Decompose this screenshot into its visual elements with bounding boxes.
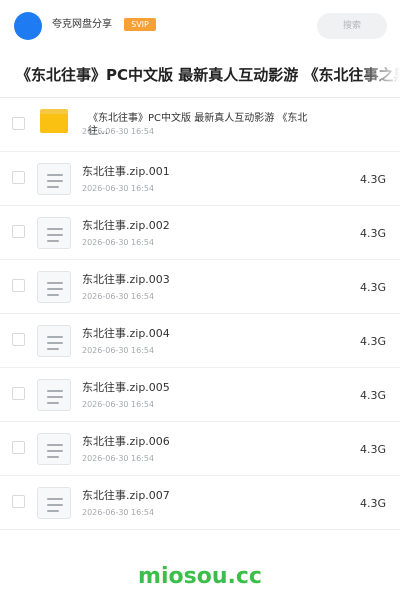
- checkbox[interactable]: [12, 117, 25, 130]
- document-icon-line: [47, 450, 63, 452]
- list-item[interactable]: 东北往事.zip.006 2026-06-30 16:54 4.3G: [0, 422, 400, 476]
- list-item[interactable]: 东北往事.zip.005 2026-06-30 16:54 4.3G: [0, 368, 400, 422]
- file-name: 东北往事.zip.004: [82, 327, 170, 340]
- document-icon-line: [47, 240, 59, 242]
- document-icon-line: [47, 342, 63, 344]
- folder-icon: [40, 109, 68, 133]
- file-size: 4.3G: [359, 389, 386, 402]
- file-date: 2026-06-30 16:54: [82, 184, 155, 193]
- file-name: 东北往事.zip.006: [82, 435, 170, 448]
- document-icon-line: [47, 288, 63, 290]
- document-icon-line: [47, 228, 63, 230]
- file-date: 2026-06-30 16:54: [82, 292, 155, 301]
- file-date: 2026-06-30 16:54: [82, 454, 155, 463]
- list-item[interactable]: 东北往事.zip.003 2026-06-30 16:54 4.3G: [0, 260, 400, 314]
- document-icon: [37, 433, 71, 465]
- file-date: 2026-06-30 16:54: [82, 400, 155, 409]
- checkbox[interactable]: [12, 333, 25, 346]
- list-item[interactable]: 东北往事.zip.007 2026-06-30 16:54 4.3G: [0, 476, 400, 530]
- list-item-folder[interactable]: 《东北往事》PC中文版 最新真人互动影游 《东北往… 2026-06-30 16…: [0, 98, 400, 152]
- document-icon-line: [47, 504, 63, 506]
- checkbox[interactable]: [12, 387, 25, 400]
- user-name[interactable]: 夸克网盘分享: [52, 18, 112, 32]
- document-icon: [37, 271, 71, 303]
- document-icon-line: [47, 510, 59, 512]
- file-date: 2026-06-30 16:54: [82, 508, 155, 517]
- document-icon-line: [47, 396, 63, 398]
- document-icon: [37, 325, 71, 357]
- folder-date: 2026-06-30 16:54: [82, 127, 155, 136]
- document-icon-line: [47, 444, 63, 446]
- document-icon-line: [47, 390, 63, 392]
- list-item[interactable]: 东北往事.zip.001 2026-06-30 16:54 4.3G: [0, 152, 400, 206]
- document-icon-line: [47, 294, 59, 296]
- header: 夸克网盘分享 SVIP 搜索: [0, 0, 400, 52]
- document-icon-line: [47, 234, 63, 236]
- document-icon: [37, 163, 71, 195]
- list-item[interactable]: 东北往事.zip.002 2026-06-30 16:54 4.3G: [0, 206, 400, 260]
- document-icon-line: [47, 348, 59, 350]
- document-icon: [37, 217, 71, 249]
- document-icon-line: [47, 456, 59, 458]
- document-icon-line: [47, 498, 63, 500]
- document-icon: [37, 379, 71, 411]
- document-icon: [37, 487, 71, 519]
- document-icon-line: [47, 402, 59, 404]
- checkbox[interactable]: [12, 495, 25, 508]
- file-name: 东北往事.zip.007: [82, 489, 170, 502]
- share-title: 《东北往事》PC中文版 最新真人互动影游 《东北往事之黑: [16, 66, 400, 84]
- file-name: 东北往事.zip.003: [82, 273, 170, 286]
- file-size: 4.3G: [359, 443, 386, 456]
- checkbox[interactable]: [12, 441, 25, 454]
- checkbox[interactable]: [12, 225, 25, 238]
- file-name: 东北往事.zip.001: [82, 165, 170, 178]
- file-name: 东北往事.zip.005: [82, 381, 170, 394]
- folder-icon-body: [40, 114, 68, 133]
- file-size: 4.3G: [359, 281, 386, 294]
- document-icon-line: [47, 282, 63, 284]
- file-date: 2026-06-30 16:54: [82, 238, 155, 247]
- file-size: 4.3G: [359, 497, 386, 510]
- watermark: miosou.cc: [138, 564, 262, 589]
- document-icon-line: [47, 174, 63, 176]
- search-button[interactable]: 搜索: [317, 13, 387, 39]
- file-size: 4.3G: [359, 227, 386, 240]
- document-icon-line: [47, 336, 63, 338]
- file-name: 东北往事.zip.002: [82, 219, 170, 232]
- file-size: 4.3G: [359, 335, 386, 348]
- avatar[interactable]: [14, 12, 42, 40]
- svip-badge: SVIP: [124, 18, 156, 31]
- document-icon-line: [47, 186, 59, 188]
- file-date: 2026-06-30 16:54: [82, 346, 155, 355]
- file-list: 《东北往事》PC中文版 最新真人互动影游 《东北往… 2026-06-30 16…: [0, 98, 400, 530]
- checkbox[interactable]: [12, 279, 25, 292]
- document-icon-line: [47, 180, 63, 182]
- checkbox[interactable]: [12, 171, 25, 184]
- share-title-fade: [360, 52, 400, 98]
- file-size: 4.3G: [359, 173, 386, 186]
- list-item[interactable]: 东北往事.zip.004 2026-06-30 16:54 4.3G: [0, 314, 400, 368]
